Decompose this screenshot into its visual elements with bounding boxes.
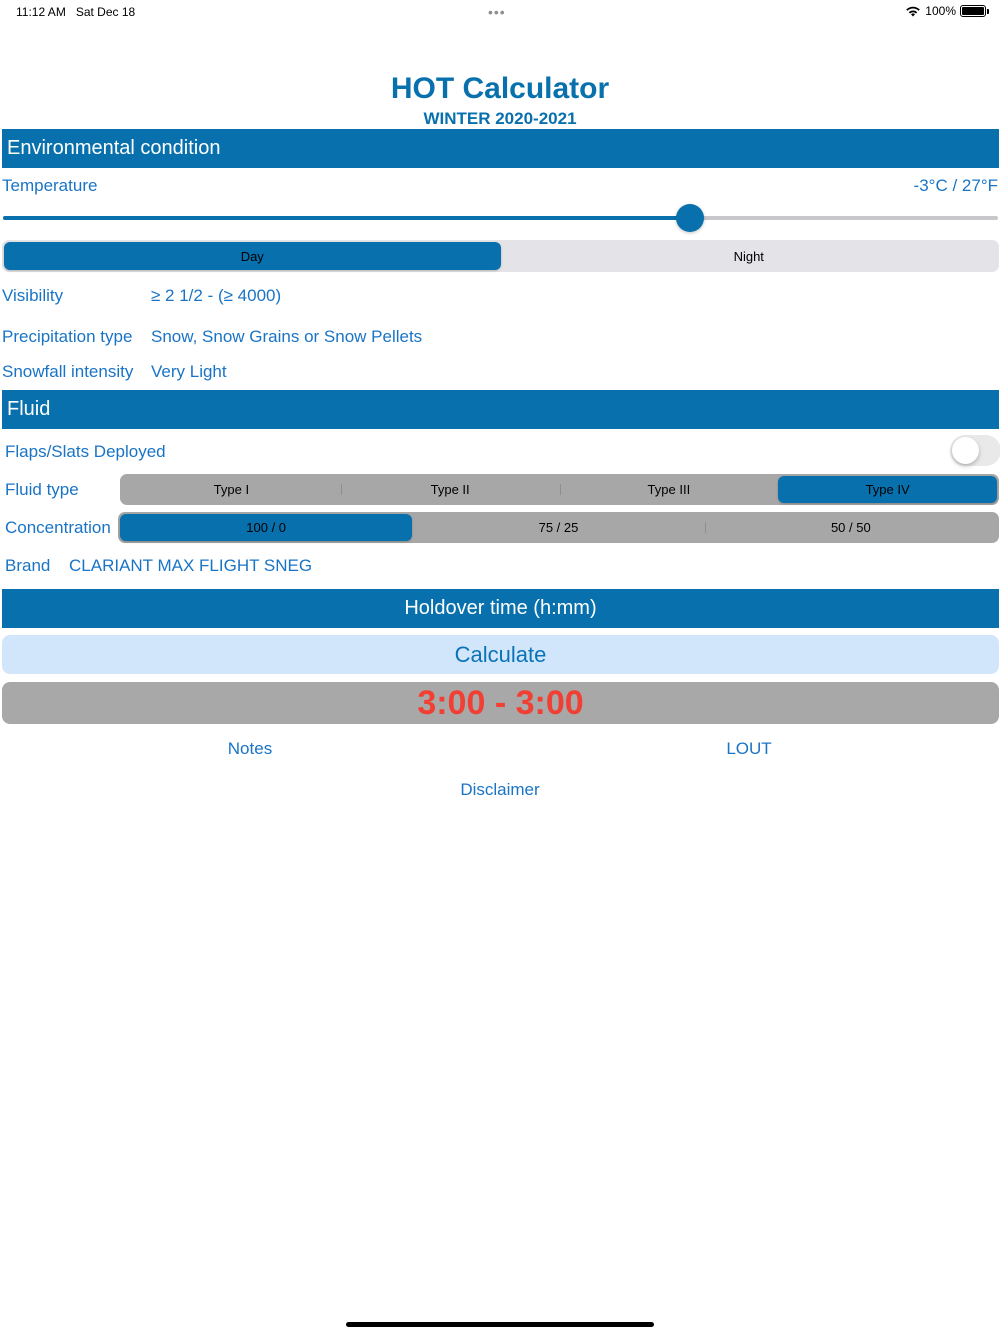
battery-percent: 100% <box>925 4 956 18</box>
flaps-label: Flaps/Slats Deployed <box>5 442 166 461</box>
segment-night[interactable]: Night <box>501 242 998 270</box>
status-date-text: Sat Dec 18 <box>75 5 136 19</box>
brand-label: Brand <box>5 556 51 575</box>
segment-type-iii[interactable]: Type III <box>559 476 779 503</box>
segment-day[interactable]: Day <box>4 242 501 270</box>
segment-type-i-label: Type I <box>213 482 250 497</box>
concentration-segmented[interactable]: 100 / 0 75 / 25 50 / 50 <box>118 512 999 543</box>
day-night-segmented[interactable]: Day Night <box>2 240 999 272</box>
status-right: 100% <box>905 4 989 18</box>
calculate-button[interactable]: Calculate <box>2 635 999 674</box>
precipitation-value[interactable]: Snow, Snow Grains or Snow Pellets <box>151 327 422 347</box>
disclaimer-link[interactable]: Disclaimer <box>400 780 600 800</box>
temperature-value: -3°C / 27°F <box>913 176 998 195</box>
concentration-label: Concentration <box>5 518 111 537</box>
holdover-section-header: Holdover time (h:mm) <box>2 589 999 628</box>
temperature-slider-thumb[interactable] <box>675 204 704 232</box>
environment-section-header: Environmental condition <box>2 129 999 168</box>
battery-icon <box>960 5 989 17</box>
status-time-text: 11:12 AM <box>16 5 66 19</box>
segment-type-iv[interactable]: Type IV <box>778 476 997 503</box>
fluid-type-segmented[interactable]: Type I Type II Type III Type IV <box>120 474 999 505</box>
lout-link[interactable]: LOUT <box>649 739 849 759</box>
segment-conc-100-0[interactable]: 100 / 0 <box>120 514 413 541</box>
status-time: 11:12 AM Sat Dec 18 <box>16 5 135 19</box>
snowfall-intensity-label: Snowfall intensity <box>2 362 134 381</box>
segment-type-iii-label: Type III <box>647 482 691 497</box>
temperature-label: Temperature <box>2 176 98 195</box>
temperature-slider-fill <box>3 216 690 220</box>
segment-conc-75-25[interactable]: 75 / 25 <box>412 514 704 541</box>
flaps-toggle-knob <box>952 437 979 464</box>
multitasking-dots-icon[interactable]: ••• <box>488 4 506 20</box>
segment-conc-75-25-label: 75 / 25 <box>538 520 579 535</box>
segment-type-i[interactable]: Type I <box>122 476 341 503</box>
precipitation-label: Precipitation type <box>2 327 133 346</box>
fluid-type-label: Fluid type <box>5 480 79 499</box>
visibility-label: Visibility <box>2 286 64 305</box>
flaps-toggle[interactable] <box>950 435 1000 466</box>
segment-conc-50-50-label: 50 / 50 <box>830 520 871 535</box>
fluid-section-header: Fluid <box>2 390 999 429</box>
home-indicator[interactable] <box>346 1322 654 1327</box>
segment-conc-50-50[interactable]: 50 / 50 <box>704 514 997 541</box>
segment-type-ii-label: Type II <box>430 482 470 497</box>
brand-value[interactable]: CLARIANT MAX FLIGHT SNEG <box>69 556 312 576</box>
holdover-result: 3:00 - 3:00 <box>2 682 999 724</box>
visibility-value[interactable]: ≥ 2 1/2 - (≥ 4000) <box>151 286 281 306</box>
segment-conc-100-0-label: 100 / 0 <box>246 520 287 535</box>
wifi-icon <box>906 6 921 17</box>
segment-type-ii[interactable]: Type II <box>340 476 560 503</box>
notes-link[interactable]: Notes <box>150 739 350 759</box>
segment-night-label: Night <box>733 248 764 264</box>
snowfall-intensity-value[interactable]: Very Light <box>151 362 227 382</box>
app-subtitle: WINTER 2020-2021 <box>423 109 577 128</box>
app-title: HOT Calculator <box>390 72 610 105</box>
segment-type-iv-label: Type IV <box>865 482 910 497</box>
segment-day-label: Day <box>240 248 264 264</box>
